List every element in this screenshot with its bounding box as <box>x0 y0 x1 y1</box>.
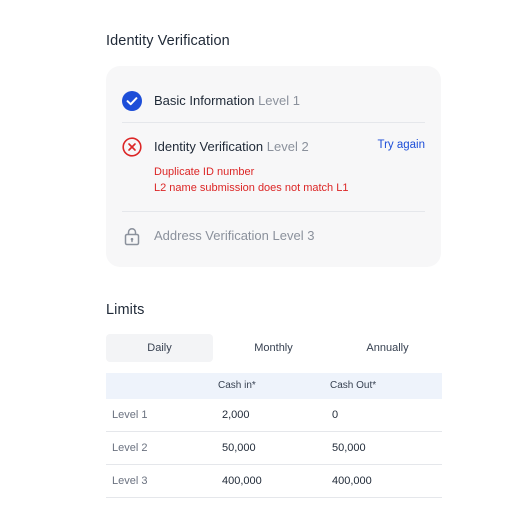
table-row: Level 1 2,000 0 <box>106 399 442 432</box>
verification-section-title: Identity Verification <box>106 33 230 49</box>
verification-step-identity: Identity Verification Level 2 Try again … <box>122 134 425 204</box>
table-row: Level 3 400,000 400,000 <box>106 465 442 498</box>
step-name: Address Verification <box>154 228 269 243</box>
verification-step-address: Address Verification Level 3 <box>122 223 425 249</box>
lock-icon <box>124 227 140 246</box>
cash-out-cell: 400,000 <box>332 475 372 487</box>
cash-out-cell: 0 <box>332 409 339 421</box>
step-level: Level 2 <box>266 139 309 154</box>
check-circle-icon <box>122 91 142 111</box>
tab-annually[interactable]: Annually <box>334 334 441 362</box>
tab-monthly[interactable]: Monthly <box>220 334 327 362</box>
step-label: Identity Verification Level 2 <box>154 139 309 154</box>
divider <box>122 211 425 212</box>
table-header: Cash in* Cash Out* <box>106 373 442 399</box>
cash-in-cell: 2,000 <box>222 409 250 421</box>
table-row: Level 2 50,000 50,000 <box>106 432 442 465</box>
level-cell: Level 1 <box>112 409 148 421</box>
level-cell: Level 2 <box>112 442 148 454</box>
divider <box>122 122 425 123</box>
table-row <box>106 498 442 508</box>
cash-in-cell: 400,000 <box>222 475 262 487</box>
cash-out-cell: 50,000 <box>332 442 366 454</box>
error-circle-icon <box>122 137 142 157</box>
error-list: Duplicate ID number L2 name submission d… <box>154 164 348 196</box>
error-message: Duplicate ID number <box>154 166 255 178</box>
limits-table: Cash in* Cash Out* Level 1 2,000 0 Level… <box>106 373 442 508</box>
verification-step-basic-info: Basic Information Level 1 <box>122 88 425 114</box>
step-level: Level 3 <box>272 228 315 243</box>
limits-section-title: Limits <box>106 302 145 318</box>
step-name: Basic Information <box>154 93 255 108</box>
column-header-cash-out: Cash Out* <box>330 380 377 391</box>
error-message: L2 name submission does not match L1 <box>154 182 349 194</box>
cash-in-cell: 50,000 <box>222 442 256 454</box>
level-cell: Level 3 <box>112 475 148 487</box>
step-level: Level 1 <box>258 93 300 108</box>
tab-daily[interactable]: Daily <box>106 334 213 362</box>
step-label: Address Verification Level 3 <box>154 228 314 243</box>
verification-card: Basic Information Level 1 Identity Verif… <box>106 66 441 267</box>
try-again-link[interactable]: Try again <box>377 139 425 151</box>
limits-period-tabs: Daily Monthly Annually <box>106 334 442 362</box>
step-name: Identity Verification <box>154 139 264 154</box>
column-header-cash-in: Cash in* <box>218 380 256 391</box>
step-label: Basic Information Level 1 <box>154 93 300 108</box>
